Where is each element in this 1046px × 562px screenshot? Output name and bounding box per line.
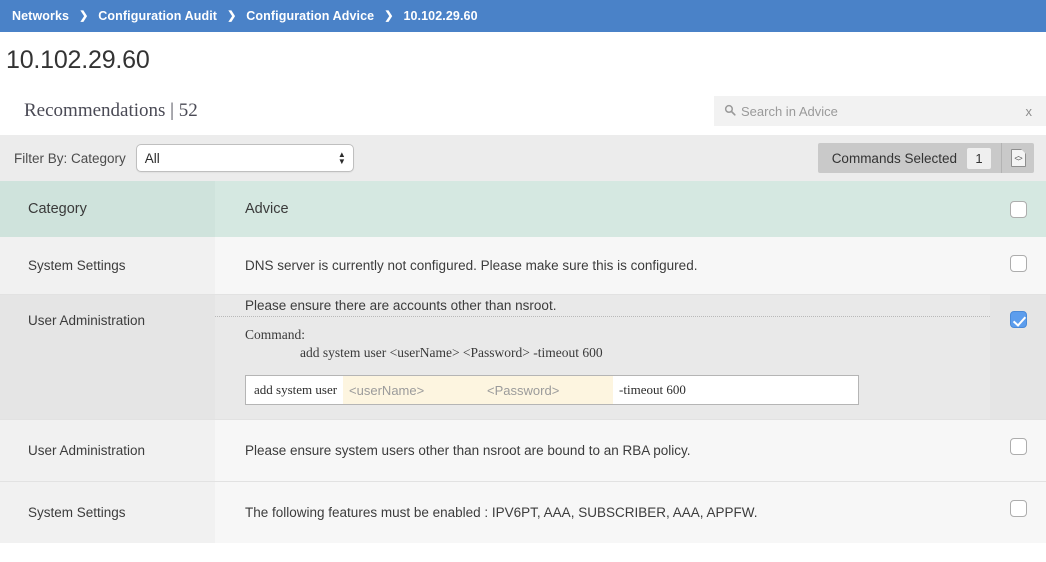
row-advice: Please ensure there are accounts other t… — [215, 295, 990, 419]
breadcrumb-separator-icon: ❯ — [227, 9, 237, 22]
command-heading-label: Command: — [245, 327, 305, 342]
table-row[interactable]: User Administration Please ensure there … — [0, 295, 1046, 419]
command-placeholder-password[interactable]: <Password> — [481, 376, 614, 404]
category-filter-value: All — [144, 150, 160, 166]
recommendations-count-label: Recommendations | 52 — [24, 100, 198, 121]
command-placeholder-username[interactable]: <userName> — [343, 376, 482, 404]
column-header-category-label: Category — [28, 201, 87, 217]
breadcrumb-item-networks[interactable]: Networks — [4, 9, 77, 23]
recommendations-header: Recommendations | 52 x — [0, 75, 1046, 127]
breadcrumb-item-current[interactable]: 10.102.29.60 — [395, 9, 485, 23]
row-category: User Administration — [0, 295, 215, 419]
column-header-advice-label: Advice — [245, 201, 289, 217]
search-clear-icon[interactable]: x — [1018, 105, 1046, 118]
row-checkbox[interactable] — [1009, 311, 1027, 328]
breadcrumb-separator-icon: ❯ — [79, 9, 89, 22]
command-token-prefix: add system user — [254, 382, 338, 397]
command-panel: Command: add system user <userName> <Pas… — [215, 316, 990, 419]
row-advice: The following features must be enabled :… — [215, 482, 990, 543]
stepper-arrows-icon: ▲ ▼ — [337, 151, 346, 166]
category-filter-select[interactable]: All ▲ ▼ — [135, 144, 354, 172]
search-input[interactable] — [741, 103, 1018, 119]
row-category-label: User Administration — [28, 443, 146, 458]
chevron-down-icon: ▼ — [337, 157, 346, 166]
row-category-label: User Administration — [28, 313, 146, 328]
command-token-suffix: -timeout 600 — [619, 382, 686, 397]
filter-category-label: Filter By: Category — [14, 150, 126, 166]
row-category-label: System Settings — [28, 505, 126, 520]
row-select-cell[interactable] — [990, 420, 1046, 481]
advice-table: Category Advice System Settings DNS serv… — [0, 181, 1046, 543]
page-title: 10.102.29.60 — [6, 46, 150, 74]
breadcrumb-item-configuration-audit[interactable]: Configuration Audit — [90, 9, 225, 23]
command-editor-input[interactable]: add system user <userName> <Password> -t… — [245, 375, 859, 405]
select-all-cell[interactable] — [990, 181, 1046, 237]
row-select-cell[interactable] — [990, 237, 1046, 294]
row-category: System Settings — [0, 237, 215, 294]
table-header-row: Category Advice — [0, 181, 1046, 237]
row-category: User Administration — [0, 420, 215, 481]
breadcrumb-item-configuration-advice[interactable]: Configuration Advice — [238, 9, 382, 23]
row-select-cell[interactable] — [990, 482, 1046, 543]
row-select-cell[interactable] — [990, 295, 1046, 419]
row-category-label: System Settings — [28, 258, 126, 273]
row-advice: DNS server is currently not configured. … — [215, 237, 990, 294]
view-commands-button[interactable]: <> — [1002, 143, 1034, 173]
column-header-category: Category — [0, 181, 215, 237]
commands-selected-count: 1 — [967, 147, 991, 169]
row-advice-label: Please ensure system users other than ns… — [245, 443, 691, 458]
table-row[interactable]: System Settings DNS server is currently … — [0, 237, 1046, 294]
table-row[interactable]: System Settings The following features m… — [0, 482, 1046, 543]
breadcrumb-separator-icon: ❯ — [384, 9, 394, 22]
commands-selected-label: Commands Selected — [831, 150, 957, 166]
row-advice-label: Please ensure there are accounts other t… — [245, 298, 557, 313]
code-document-icon: <> — [1010, 149, 1026, 167]
row-advice-label: The following features must be enabled :… — [245, 505, 758, 520]
row-advice-header: Please ensure there are accounts other t… — [215, 295, 990, 316]
code-glyph: <> — [1014, 153, 1022, 163]
row-advice-label: DNS server is currently not configured. … — [245, 258, 698, 273]
select-all-checkbox[interactable] — [1009, 200, 1027, 218]
row-checkbox[interactable] — [1009, 500, 1027, 517]
row-advice: Please ensure system users other than ns… — [215, 420, 990, 481]
command-template-text: add system user <userName> <Password> -t… — [300, 345, 603, 360]
filter-bar: Filter By: Category All ▲ ▼ Commands Sel… — [0, 135, 1046, 181]
row-checkbox[interactable] — [1009, 255, 1027, 272]
breadcrumb: Networks ❯ Configuration Audit ❯ Configu… — [0, 0, 1046, 32]
column-header-advice: Advice — [215, 181, 990, 237]
search-box[interactable]: x — [714, 96, 1046, 126]
row-category: System Settings — [0, 482, 215, 543]
table-row[interactable]: User Administration Please ensure system… — [0, 420, 1046, 481]
commands-selected-group: Commands Selected 1 <> — [817, 143, 1034, 173]
row-checkbox[interactable] — [1009, 438, 1027, 455]
search-icon — [714, 104, 741, 118]
